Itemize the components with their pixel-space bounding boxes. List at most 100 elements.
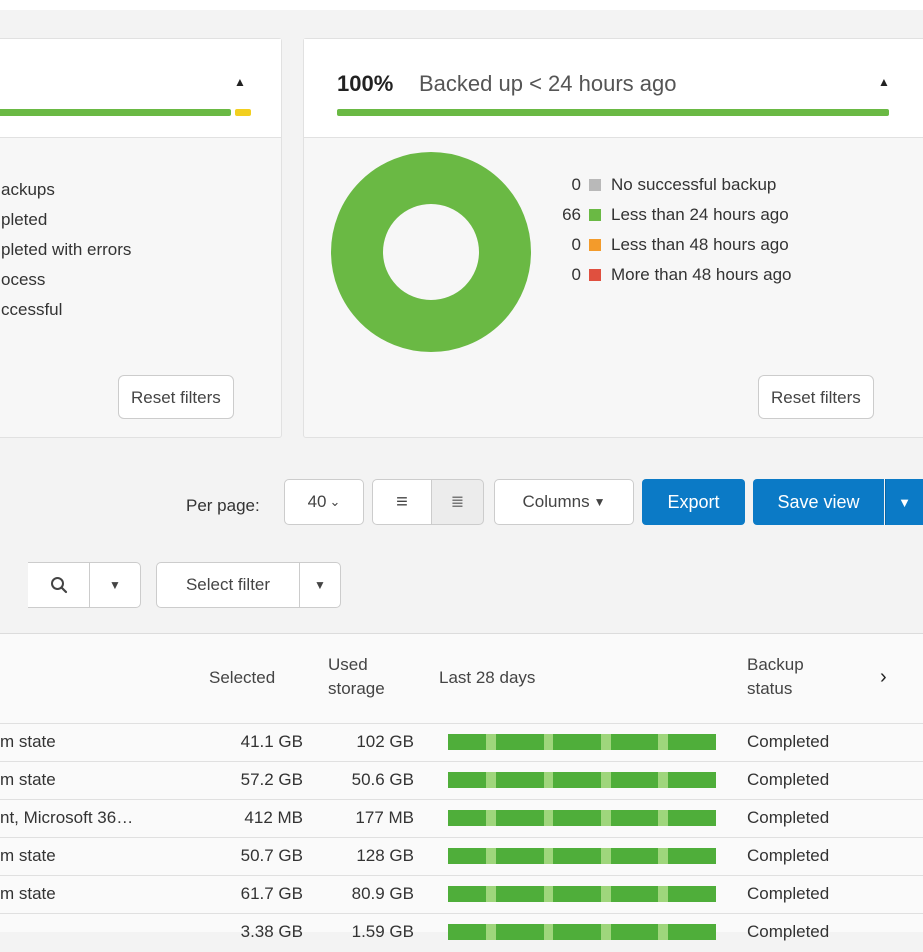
day-backup-block — [696, 772, 707, 788]
day-backup-block — [591, 772, 601, 788]
cell-what-to-back-up: m state — [0, 732, 56, 751]
save-view-button[interactable]: Save view — [753, 479, 884, 525]
day-backup-block — [505, 848, 515, 864]
day-backup-block — [648, 848, 659, 864]
status-item[interactable]: ccessful — [1, 295, 131, 325]
cell-used-storage: 102 GB — [356, 732, 414, 751]
day-backup-block — [639, 734, 649, 750]
day-backup-block — [514, 772, 525, 788]
table-row[interactable]: nt, Microsoft 36… 412 MB 177 MB Complete… — [0, 799, 923, 838]
column-header-selected[interactable]: Selected — [209, 666, 275, 690]
day-backup-block — [601, 886, 611, 902]
reset-filters-button[interactable]: Reset filters — [118, 375, 234, 419]
reset-filters-button[interactable]: Reset filters — [758, 375, 874, 419]
chevron-right-icon[interactable]: › — [880, 665, 887, 689]
export-button[interactable]: Export — [642, 479, 745, 525]
status-bar-warning — [235, 109, 251, 116]
table-row[interactable]: 3.38 GB 1.59 GB Completed — [0, 913, 923, 952]
day-backup-block — [658, 886, 668, 902]
day-backup-block — [505, 810, 515, 826]
day-backup-block — [667, 810, 678, 826]
last-28-days-sparkline — [448, 848, 716, 864]
status-item[interactable]: ackups — [1, 175, 131, 205]
legend-item[interactable]: 0 No successful backup — [551, 170, 792, 200]
day-backup-block — [648, 924, 659, 940]
day-backup-block — [553, 734, 563, 750]
backup-status-card: ▲ ackups pleted pleted with errors ocess… — [0, 38, 282, 438]
day-backup-block — [448, 848, 458, 864]
day-backup-block — [591, 924, 601, 940]
select-filter-dropdown[interactable]: ▼ — [299, 562, 341, 608]
day-backup-block — [524, 886, 535, 902]
list-view-button[interactable]: ≡ — [372, 479, 432, 525]
status-item[interactable]: pleted — [1, 205, 131, 235]
day-backup-block — [457, 886, 468, 902]
day-backup-block — [591, 810, 601, 826]
day-backup-block — [534, 734, 544, 750]
table-row[interactable]: m state 50.7 GB 128 GB Completed — [0, 837, 923, 876]
column-header-used-storage[interactable]: Used storage — [328, 653, 385, 701]
day-backup-block — [457, 734, 468, 750]
per-page-value: 40 — [307, 492, 327, 511]
day-backup-block — [677, 924, 688, 940]
cell-selected: 3.38 GB — [240, 922, 303, 941]
day-backup-block — [629, 848, 640, 864]
legend-item[interactable]: 0 Less than 48 hours ago — [551, 230, 792, 260]
day-backup-block — [448, 734, 458, 750]
legend-label: Less than 48 hours ago — [611, 235, 789, 254]
day-backup-block — [648, 810, 659, 826]
day-backup-block — [476, 886, 487, 902]
day-backup-block — [658, 734, 668, 750]
status-bar-completed — [0, 109, 231, 116]
day-backup-block — [610, 848, 621, 864]
day-backup-block — [601, 924, 611, 940]
compact-view-button[interactable]: ≣ — [431, 479, 484, 525]
day-backup-block — [495, 886, 506, 902]
day-backup-block — [476, 772, 487, 788]
search-button[interactable] — [28, 562, 90, 608]
collapse-arrow-icon[interactable]: ▲ — [878, 75, 890, 89]
columns-button[interactable]: Columns ▼ — [494, 479, 634, 525]
legend-item[interactable]: 0 More than 48 hours ago — [551, 260, 792, 290]
status-item[interactable]: ocess — [1, 265, 131, 295]
select-filter-button[interactable]: Select filter — [156, 562, 300, 608]
header-line: status — [747, 679, 793, 698]
day-backup-block — [667, 734, 678, 750]
legend-swatch — [589, 239, 601, 251]
last-28-days-sparkline — [448, 886, 716, 902]
table-row[interactable]: m state 61.7 GB 80.9 GB Completed — [0, 875, 923, 914]
day-backup-block — [514, 924, 525, 940]
search-options-dropdown[interactable]: ▼ — [89, 562, 141, 608]
table-row[interactable]: m state 41.1 GB 102 GB Completed — [0, 723, 923, 762]
columns-label: Columns — [522, 492, 590, 511]
day-backup-block — [553, 810, 563, 826]
collapse-arrow-icon[interactable]: ▲ — [234, 75, 246, 89]
day-backup-block — [601, 810, 611, 826]
status-list: ackups pleted pleted with errors ocess c… — [1, 175, 131, 325]
legend-item[interactable]: 66 Less than 24 hours ago — [551, 200, 792, 230]
last-28-days-sparkline — [448, 924, 716, 940]
day-backup-block — [610, 886, 621, 902]
day-backup-block — [543, 734, 554, 750]
day-backup-block — [629, 772, 640, 788]
column-header-last-28-days[interactable]: Last 28 days — [439, 666, 535, 690]
day-backup-block — [667, 924, 678, 940]
save-view-dropdown-button[interactable]: ▼ — [885, 479, 923, 525]
per-page-select[interactable]: 40 ⌄ — [284, 479, 364, 525]
day-backup-block — [667, 848, 678, 864]
column-header-backup-status[interactable]: Backup status — [747, 653, 804, 701]
day-backup-block — [524, 772, 535, 788]
per-page-label: Per page: — [186, 496, 260, 515]
table-row[interactable]: m state 57.2 GB 50.6 GB Completed — [0, 761, 923, 800]
day-backup-block — [687, 772, 697, 788]
status-item[interactable]: pleted with errors — [1, 235, 131, 265]
day-backup-block — [591, 848, 601, 864]
day-backup-block — [543, 886, 554, 902]
day-backup-block — [696, 810, 707, 826]
day-backup-block — [629, 810, 640, 826]
donut-segment-green — [331, 152, 531, 352]
day-backup-block — [610, 734, 621, 750]
day-backup-block — [620, 734, 630, 750]
last-28-days-sparkline — [448, 772, 716, 788]
backup-age-card: 100% Backed up < 24 hours ago ▲ 0 No suc… — [303, 38, 923, 438]
